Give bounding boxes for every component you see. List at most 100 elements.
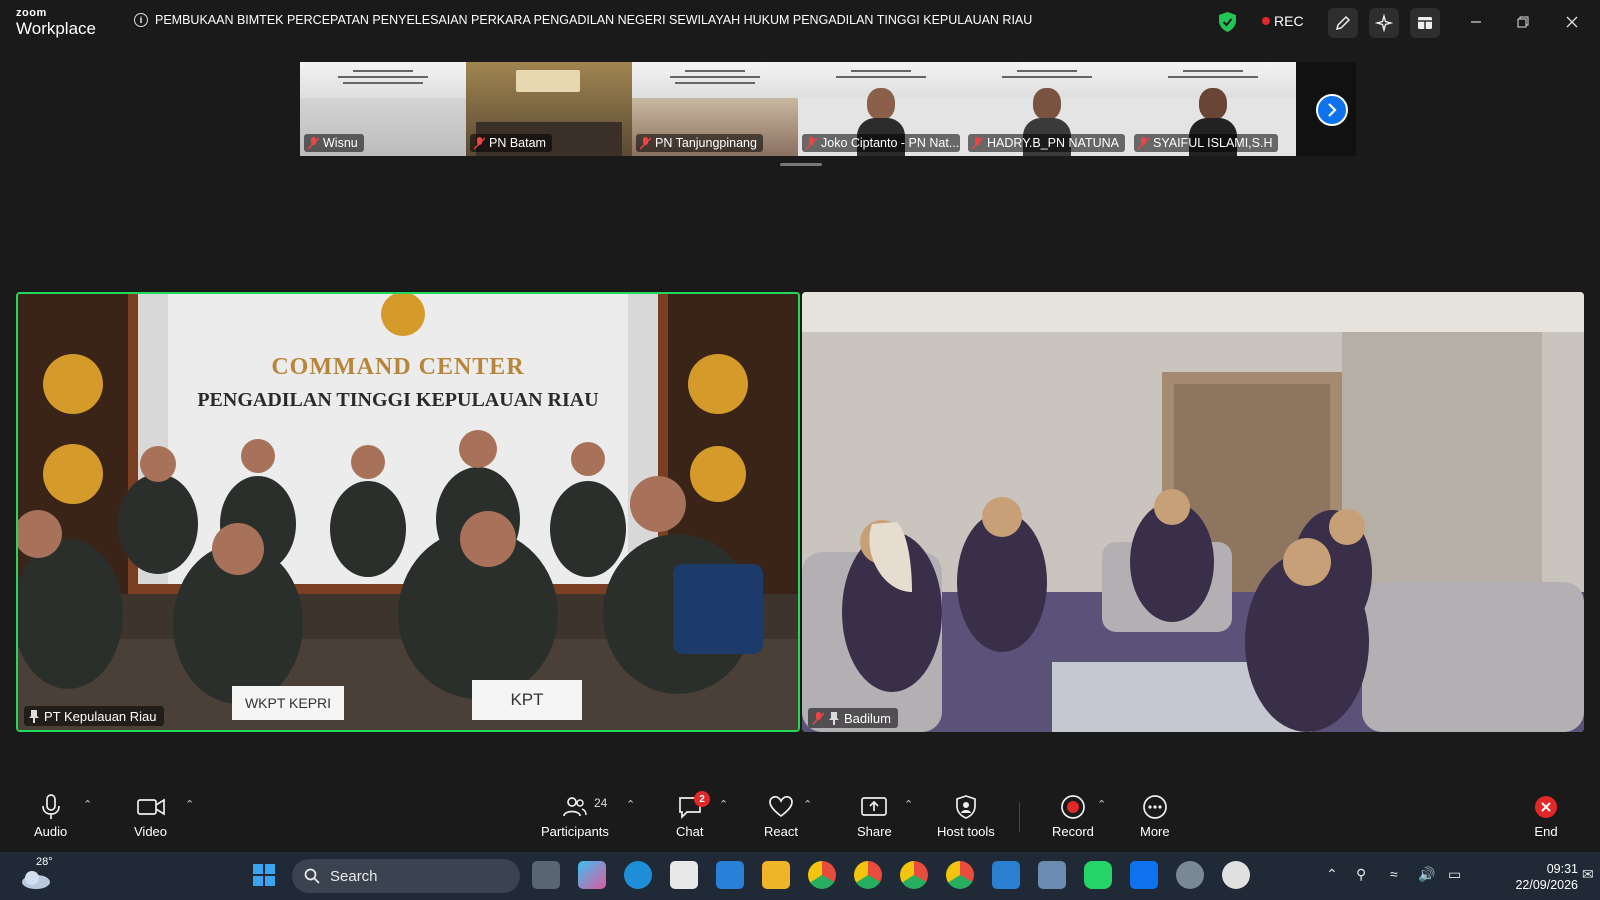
thumbnail-tile[interactable]: Joko Ciptanto - PN Nat... xyxy=(798,62,964,156)
share-button[interactable]: Share xyxy=(857,794,892,839)
close-icon xyxy=(1566,16,1578,28)
zoom-app-icon[interactable] xyxy=(1130,861,1158,889)
recording-indicator[interactable]: REC xyxy=(1262,13,1304,29)
video-name: PT Kepulauan Riau xyxy=(44,708,157,724)
annotate-button[interactable] xyxy=(1328,8,1358,38)
record-label: Record xyxy=(1052,824,1094,839)
chrome-browser-icon[interactable] xyxy=(808,861,836,889)
thumbnail-name-tag: Wisnu xyxy=(304,134,364,152)
react-options-caret[interactable]: ⌃ xyxy=(803,798,812,811)
task-view-app-icon[interactable] xyxy=(532,861,560,889)
video-tile-active-speaker[interactable]: COMMAND CENTER PENGADILAN TINGGI KEPULAU… xyxy=(16,292,800,732)
chrome-browser-icon[interactable] xyxy=(900,861,928,889)
host-shield-icon xyxy=(956,795,976,819)
pin-icon xyxy=(29,709,39,723)
thumbnail-name-tag: HADRY.B_PN NATUNA xyxy=(968,134,1125,152)
react-button[interactable]: React xyxy=(764,794,798,839)
edge-browser-icon[interactable] xyxy=(624,861,652,889)
title-bar: zoom Workplace i PEMBUKAAN BIMTEK PERCEP… xyxy=(0,0,1600,46)
taskbar-search-box[interactable]: Search xyxy=(292,859,520,893)
thumbnail-tile[interactable]: Wisnu xyxy=(300,62,466,156)
thumbnail-name-tag: PN Tanjungpinang xyxy=(636,134,763,152)
location-icon[interactable]: ⚲ xyxy=(1356,866,1366,883)
m365-app-icon[interactable] xyxy=(578,861,606,889)
thumbnail-tile[interactable]: PN Batam xyxy=(466,62,632,156)
pin-icon xyxy=(829,711,839,725)
muted-mic-icon xyxy=(972,136,983,150)
elephant-app-icon[interactable] xyxy=(1038,861,1066,889)
thumbnail-tile[interactable]: SYAIFUL ISLAMI,S.H xyxy=(1130,62,1296,156)
system-clock[interactable]: 09:31 22/09/2026 xyxy=(1484,861,1578,893)
record-button[interactable]: Record xyxy=(1052,794,1094,839)
battery-icon[interactable]: ▭ xyxy=(1448,866,1461,883)
microphone-icon xyxy=(41,794,60,819)
wall-sign-line1: COMMAND CENTER xyxy=(271,354,525,380)
video-camera-icon xyxy=(136,798,165,816)
react-label: React xyxy=(764,824,798,839)
chrome-browser-icon[interactable] xyxy=(946,861,974,889)
chat-label: Chat xyxy=(676,824,704,839)
muted-mic-icon xyxy=(813,711,824,725)
video-name-tag: PT Kepulauan Riau xyxy=(24,706,164,726)
participant-video xyxy=(802,292,1584,732)
restore-button[interactable] xyxy=(1513,12,1533,32)
media-player-icon[interactable] xyxy=(1222,861,1250,889)
windows-taskbar: 28° Search ⌃ ⚲ ≈ 🔊 ▭ 09:31 22/09/2026 ✉ xyxy=(0,852,1600,900)
notification-bell-icon[interactable]: ✉ xyxy=(1582,866,1594,883)
record-options-caret[interactable]: ⌃ xyxy=(1097,798,1106,811)
thumbnail-name: SYAIFUL ISLAMI,S.H xyxy=(1153,136,1273,150)
audio-label: Audio xyxy=(34,824,68,839)
file-explorer-icon[interactable] xyxy=(762,861,790,889)
wifi-icon[interactable]: ≈ xyxy=(1390,866,1398,882)
end-meeting-button[interactable]: End xyxy=(1533,794,1559,839)
muted-mic-icon xyxy=(308,136,319,150)
video-button[interactable]: Video xyxy=(134,794,167,839)
audio-options-caret[interactable]: ⌃ xyxy=(83,798,92,811)
video-tile[interactable]: Badilum xyxy=(802,292,1584,732)
volume-icon[interactable]: 🔊 xyxy=(1418,866,1435,883)
restore-icon xyxy=(1517,16,1529,28)
store-app-icon[interactable] xyxy=(670,861,698,889)
settings-gear-icon[interactable] xyxy=(1176,861,1204,889)
meeting-title[interactable]: i PEMBUKAAN BIMTEK PERCEPATAN PENYELESAI… xyxy=(134,13,1032,27)
weather-widget[interactable]: 28° xyxy=(18,856,54,894)
meeting-title-text: PEMBUKAAN BIMTEK PERCEPATAN PENYELESAIAN… xyxy=(155,13,1033,27)
security-shield-icon[interactable] xyxy=(1219,12,1236,32)
chat-options-caret[interactable]: ⌃ xyxy=(719,798,728,811)
strip-scroll-handle[interactable] xyxy=(780,163,822,166)
host-tools-label: Host tools xyxy=(937,824,995,839)
chrome-browser-icon[interactable] xyxy=(854,861,882,889)
chat-button[interactable]: 2 Chat xyxy=(676,791,710,839)
participants-options-caret[interactable]: ⌃ xyxy=(626,798,635,811)
wall-sign-line2: PENGADILAN TINGGI KEPULAUAN RIAU xyxy=(197,389,599,411)
thumbnail-tile[interactable]: HADRY.B_PN NATUNA xyxy=(964,62,1130,156)
clock-date: 22/09/2026 xyxy=(1515,878,1578,892)
start-button[interactable] xyxy=(250,861,278,889)
pencil-icon xyxy=(1335,15,1351,31)
muted-mic-icon xyxy=(806,136,817,150)
zoom-workplace-logo: zoom Workplace xyxy=(16,8,96,38)
grid-view-icon xyxy=(1418,17,1432,29)
host-tools-button[interactable]: Host tools xyxy=(937,794,995,839)
view-button[interactable] xyxy=(1410,8,1440,38)
audio-button[interactable]: Audio xyxy=(34,794,67,839)
video-name-tag: Badilum xyxy=(808,708,898,728)
outlook-app-icon[interactable] xyxy=(716,861,744,889)
share-screen-icon xyxy=(861,797,888,816)
minimize-button[interactable] xyxy=(1466,12,1486,32)
whatsapp-app-icon[interactable] xyxy=(1084,861,1112,889)
ai-companion-button[interactable] xyxy=(1369,8,1399,38)
wall-sign: COMMAND CENTER PENGADILAN TINGGI KEPULAU… xyxy=(168,354,628,412)
video-label: Video xyxy=(134,824,168,839)
info-icon[interactable]: i xyxy=(134,13,148,27)
thumbnail-tile[interactable]: PN Tanjungpinang xyxy=(632,62,798,156)
video-options-caret[interactable]: ⌃ xyxy=(185,798,194,811)
tray-overflow-chevron-icon[interactable]: ⌃ xyxy=(1326,866,1338,883)
end-call-icon xyxy=(1535,796,1557,818)
next-page-button[interactable] xyxy=(1316,94,1348,126)
vscode-app-icon[interactable] xyxy=(992,861,1020,889)
close-button[interactable] xyxy=(1562,12,1582,32)
share-options-caret[interactable]: ⌃ xyxy=(904,798,913,811)
more-button[interactable]: More xyxy=(1140,794,1170,839)
placard-kpt: KPT xyxy=(472,680,582,720)
